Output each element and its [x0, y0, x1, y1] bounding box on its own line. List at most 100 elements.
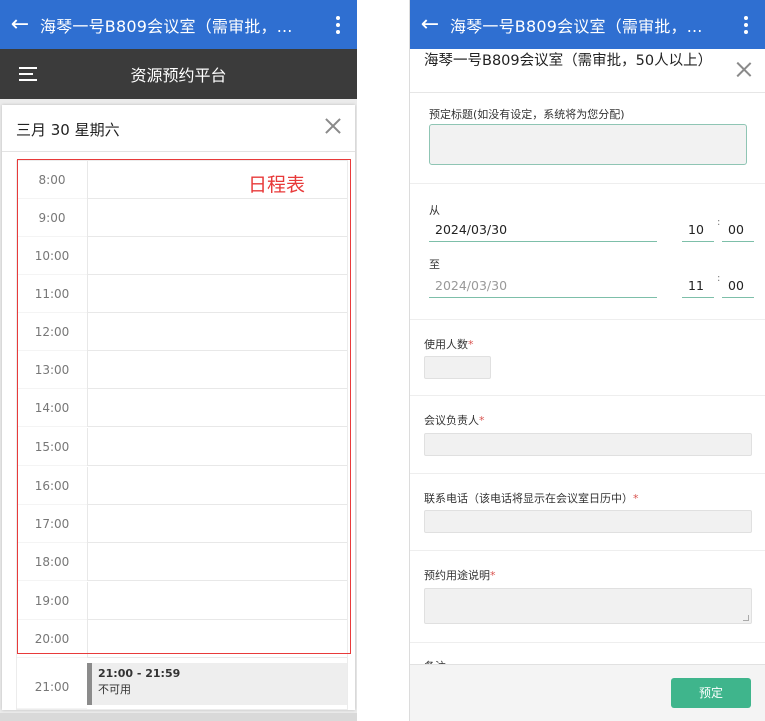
- time-slot[interactable]: [87, 389, 347, 427]
- to-minute-input[interactable]: 00: [722, 276, 754, 298]
- hour-label: 21:00: [17, 665, 87, 709]
- hour-row: 8:00: [17, 161, 347, 199]
- booking-title-section: 预定标题(如没有设定，系统将为您分配): [410, 94, 765, 184]
- close-icon[interactable]: [735, 61, 752, 78]
- required-mark: *: [633, 492, 639, 505]
- hour-row: 9:00: [17, 199, 347, 237]
- selected-date: 三月 30 星期六: [16, 121, 120, 139]
- top-app-bar: ← 海琴一号B809会议室（需审批，...: [410, 0, 765, 49]
- hour-label: 15:00: [17, 428, 87, 466]
- form-footer: 预定: [410, 664, 765, 721]
- hour-label: 13:00: [17, 351, 87, 389]
- hour-label: 18:00: [17, 543, 87, 581]
- schedule-grid[interactable]: 8:00 9:00 10:00 11:00 12:00 13:00 14:00 …: [16, 160, 348, 710]
- hour-label: 20:00: [17, 620, 87, 658]
- platform-header: 资源预约平台: [0, 49, 357, 99]
- to-hour-input[interactable]: 11: [682, 276, 714, 298]
- resize-handle-icon[interactable]: [743, 615, 749, 621]
- phone-input[interactable]: [424, 510, 752, 533]
- time-slot[interactable]: [87, 543, 347, 581]
- hour-row: 13:00: [17, 351, 347, 389]
- phone-label-text: 联系电话（该电话将显示在会议室日历中）: [424, 492, 633, 505]
- time-slot[interactable]: [87, 199, 347, 237]
- event-status: 不可用: [98, 683, 131, 696]
- purpose-textarea[interactable]: [424, 588, 752, 624]
- to-date-input[interactable]: 2024/03/30: [429, 276, 657, 298]
- owner-section: 会议负责人*: [410, 396, 765, 474]
- owner-input[interactable]: [424, 433, 752, 456]
- hour-label: 9:00: [17, 199, 87, 237]
- time-slot[interactable]: [87, 467, 347, 505]
- hour-row: 18:00: [17, 543, 347, 581]
- hour-label: 11:00: [17, 275, 87, 313]
- booking-form: 预定标题(如没有设定，系统将为您分配) 从 2024/03/30 10 : 00…: [410, 94, 765, 664]
- hour-label: 12:00: [17, 313, 87, 351]
- hour-label: 16:00: [17, 467, 87, 505]
- left-phone-screen: ← 海琴一号B809会议室（需审批，... 资源预约平台 三月 30 星期六 8…: [0, 0, 357, 721]
- hour-row: 15:00: [17, 428, 347, 466]
- hour-row: 11:00: [17, 275, 347, 313]
- hour-row: 14:00: [17, 389, 347, 427]
- time-slot[interactable]: [87, 237, 347, 275]
- booking-title-input[interactable]: [429, 124, 747, 165]
- right-phone-screen: ← 海琴一号B809会议室（需审批，... 海琴一号B809会议室（需审批，50…: [409, 0, 765, 721]
- attendees-label: 使用人数*: [424, 336, 474, 352]
- app-bar-title: 海琴一号B809会议室（需审批，...: [450, 16, 703, 36]
- required-mark: *: [490, 569, 496, 582]
- hour-label: 17:00: [17, 505, 87, 543]
- day-schedule-card: 三月 30 星期六 8:00 9:00 10:00 11:00 12:00 13…: [2, 105, 355, 710]
- time-slot[interactable]: [87, 428, 347, 466]
- hour-label: 14:00: [17, 389, 87, 427]
- time-slot[interactable]: [87, 620, 347, 658]
- hour-row: 17:00: [17, 505, 347, 543]
- to-label: 至: [429, 258, 440, 271]
- required-mark: *: [479, 414, 485, 427]
- from-date-input[interactable]: 2024/03/30: [429, 220, 657, 242]
- purpose-section: 预约用途说明*: [410, 551, 765, 643]
- time-slot[interactable]: [87, 313, 347, 351]
- book-button[interactable]: 预定: [671, 678, 751, 708]
- booking-dialog-header: 海琴一号B809会议室（需审批，50人以上）: [410, 49, 765, 93]
- attendees-section: 使用人数*: [410, 320, 765, 396]
- unavailable-event[interactable]: 21:00 - 21:59 不可用: [87, 663, 347, 705]
- phone-section: 联系电话（该电话将显示在会议室日历中）*: [410, 474, 765, 551]
- card-bottom-edge: [0, 713, 357, 721]
- hour-row: 19:00: [17, 582, 347, 620]
- time-slot[interactable]: [87, 275, 347, 313]
- owner-label-text: 会议负责人: [424, 414, 479, 427]
- purpose-label: 预约用途说明*: [424, 567, 496, 583]
- time-separator: :: [717, 217, 721, 228]
- phone-label: 联系电话（该电话将显示在会议室日历中）*: [424, 490, 639, 506]
- hour-row: 20:00: [17, 620, 347, 658]
- time-slot[interactable]: [87, 161, 347, 199]
- notes-section: 备注: [410, 643, 765, 664]
- time-slot[interactable]: [87, 505, 347, 543]
- hour-row: 12:00: [17, 313, 347, 351]
- owner-label: 会议负责人*: [424, 412, 485, 428]
- hour-label: 10:00: [17, 237, 87, 275]
- time-slot[interactable]: [87, 351, 347, 389]
- more-options-icon[interactable]: [727, 15, 765, 34]
- hour-row: 10:00: [17, 237, 347, 275]
- menu-icon[interactable]: [0, 49, 56, 99]
- more-options-icon[interactable]: [319, 15, 357, 34]
- close-icon[interactable]: [323, 116, 343, 136]
- back-arrow-icon[interactable]: ←: [0, 0, 40, 49]
- time-range-section: 从 2024/03/30 10 : 00 至 2024/03/30 11 : 0…: [410, 184, 765, 320]
- from-label: 从: [429, 204, 440, 217]
- attendees-input[interactable]: [424, 356, 491, 379]
- purpose-label-text: 预约用途说明: [424, 569, 490, 582]
- from-minute-input[interactable]: 00: [722, 220, 754, 242]
- dialog-title: 海琴一号B809会议室（需审批，50人以上）: [424, 53, 713, 69]
- time-separator: :: [717, 273, 721, 284]
- from-hour-input[interactable]: 10: [682, 220, 714, 242]
- app-bar-title: 海琴一号B809会议室（需审批，...: [40, 16, 293, 36]
- hour-label: 8:00: [17, 161, 87, 199]
- back-arrow-icon[interactable]: ←: [410, 0, 450, 49]
- required-mark: *: [468, 338, 474, 351]
- booking-title-label: 预定标题(如没有设定，系统将为您分配): [429, 108, 625, 121]
- event-time: 21:00 - 21:59: [98, 667, 181, 680]
- hour-row: 16:00: [17, 467, 347, 505]
- time-slot[interactable]: [87, 582, 347, 620]
- day-header: 三月 30 星期六: [2, 105, 355, 152]
